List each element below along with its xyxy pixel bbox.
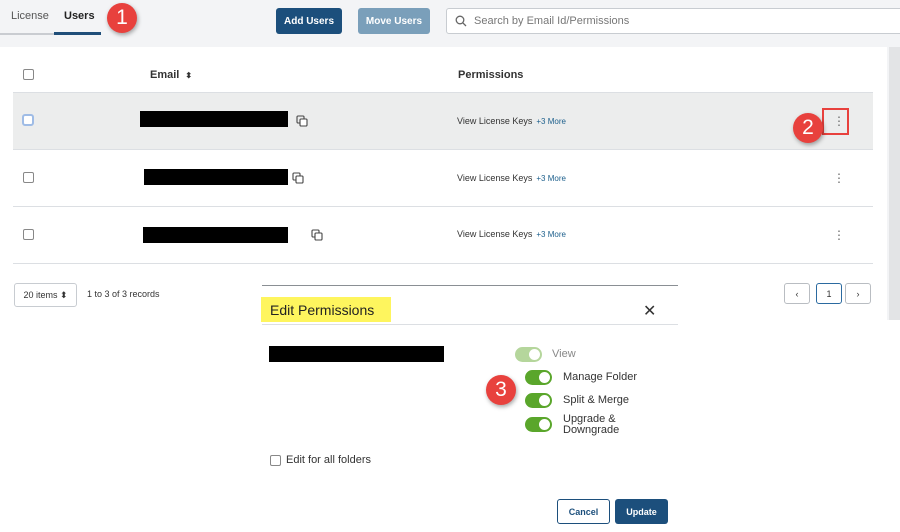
callout-badge-1: 1 — [107, 3, 137, 33]
select-all-checkbox[interactable] — [23, 69, 34, 80]
edit-all-folders-label: Edit for all folders — [286, 454, 371, 466]
view-permission-label: View — [552, 348, 576, 360]
tab-license[interactable]: License — [11, 10, 49, 22]
tab-users[interactable]: Users — [64, 10, 95, 22]
table-row[interactable] — [13, 206, 873, 263]
row-checkbox[interactable] — [23, 172, 34, 183]
add-users-button[interactable]: Add Users — [276, 8, 342, 34]
search-icon — [455, 15, 467, 27]
row-checkbox[interactable] — [23, 229, 34, 240]
manage-folder-label: Manage Folder — [563, 371, 637, 383]
copy-icon[interactable] — [296, 115, 308, 127]
page-1-button[interactable]: 1 — [816, 283, 842, 304]
edit-all-folders-checkbox[interactable] — [270, 455, 281, 466]
next-page-button[interactable]: › — [845, 283, 871, 304]
permission-summary: View License Keys +3 More — [457, 173, 566, 183]
page-scrollbar[interactable] — [889, 47, 900, 320]
prev-page-button[interactable]: ‹ — [784, 283, 810, 304]
tab-bar-divider — [0, 33, 54, 35]
permission-label: View License Keys — [457, 173, 533, 183]
permission-summary: View License Keys +3 More — [457, 116, 566, 126]
redacted-email — [140, 111, 288, 127]
search-input[interactable] — [474, 12, 894, 30]
split-merge-label: Split & Merge — [563, 394, 630, 406]
search-box[interactable] — [446, 8, 900, 34]
manage-folder-toggle[interactable] — [525, 370, 552, 385]
callout-badge-3: 3 — [486, 375, 516, 405]
active-tab-indicator — [54, 32, 101, 35]
redacted-email — [144, 169, 288, 185]
top-bar: License Users 1 Add Users Move Users — [0, 0, 900, 44]
redacted-user-email — [269, 346, 444, 362]
close-icon[interactable]: ✕ — [643, 304, 656, 320]
table-bottom-divider — [13, 263, 873, 264]
edit-permissions-dialog — [0, 320, 900, 532]
permissions-column-header: Permissions — [458, 69, 524, 81]
sort-icon[interactable]: ⬍ — [185, 71, 192, 80]
upgrade-downgrade-label: Upgrade & Downgrade — [563, 413, 620, 436]
view-permission-toggle — [515, 347, 542, 362]
page-size-select[interactable]: 20 items ⬍ — [14, 283, 77, 307]
more-permissions-link[interactable]: +3 More — [536, 117, 566, 126]
row-checkbox[interactable] — [22, 114, 34, 126]
move-users-button[interactable]: Move Users — [358, 8, 430, 34]
upgrade-downgrade-toggle[interactable] — [525, 417, 552, 432]
dialog-title-divider — [262, 324, 678, 325]
update-button[interactable]: Update — [615, 499, 668, 524]
row-actions-highlight-box — [822, 108, 849, 135]
permission-summary: View License Keys +3 More — [457, 229, 566, 239]
records-count: 1 to 3 of 3 records — [87, 289, 160, 299]
copy-icon[interactable] — [292, 172, 304, 184]
more-permissions-link[interactable]: +3 More — [536, 230, 566, 239]
permission-label: View License Keys — [457, 116, 533, 126]
redacted-email — [143, 227, 288, 243]
dialog-title: Edit Permissions — [270, 302, 375, 318]
cancel-button[interactable]: Cancel — [557, 499, 610, 524]
email-header-label: Email — [150, 69, 180, 81]
row-actions-menu-icon[interactable]: ⋮ — [833, 229, 845, 241]
callout-badge-2: 2 — [793, 113, 823, 143]
email-column-header[interactable]: Email ⬍ — [150, 69, 192, 81]
table-row[interactable] — [13, 149, 873, 206]
split-merge-toggle[interactable] — [525, 393, 552, 408]
row-actions-menu-icon[interactable]: ⋮ — [833, 172, 845, 184]
dialog-top-border — [262, 285, 678, 286]
more-permissions-link[interactable]: +3 More — [536, 174, 566, 183]
copy-icon[interactable] — [311, 229, 323, 241]
permission-label: View License Keys — [457, 229, 533, 239]
